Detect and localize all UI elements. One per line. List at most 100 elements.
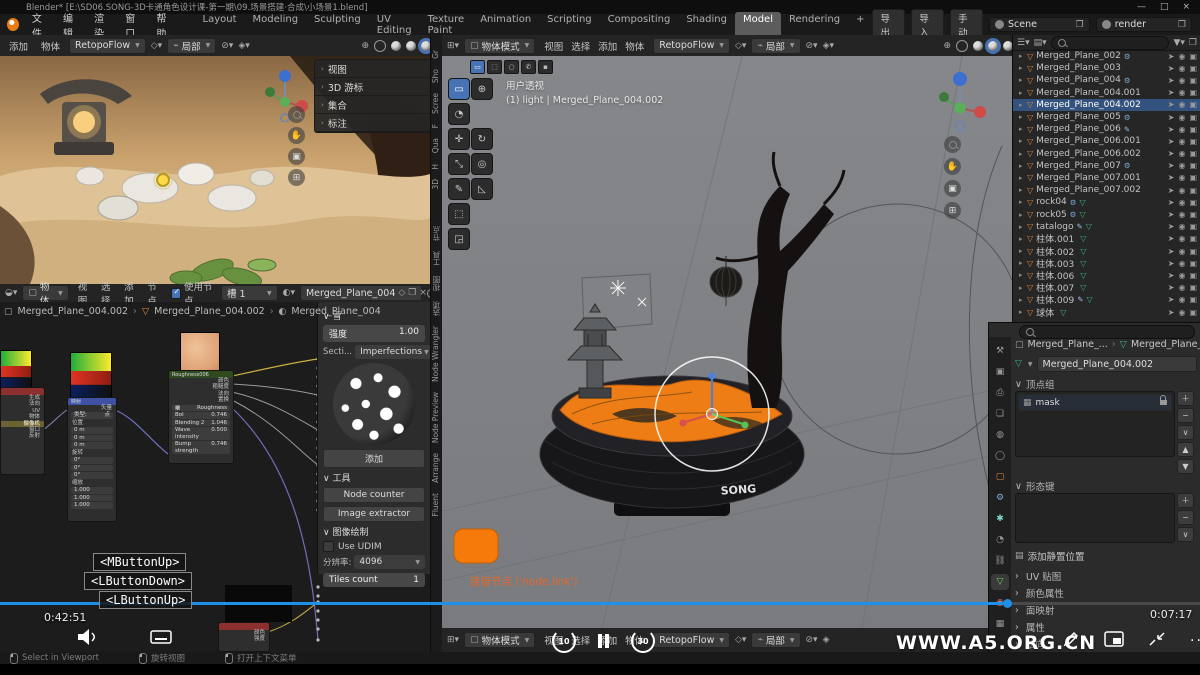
expand-arrow-icon[interactable]: ▸ [1019,186,1027,194]
expand-arrow-icon[interactable]: ▸ [1019,113,1027,121]
expand-arrow-icon[interactable]: ▸ [1019,137,1027,145]
hide-render-camera-icon[interactable]: ▣ [1189,100,1197,109]
expand-arrow-icon[interactable]: ▸ [1019,211,1027,219]
hide-render-camera-icon[interactable]: ▣ [1189,308,1197,317]
expand-arrow-icon[interactable]: ▸ [1019,64,1027,72]
add-shapekey-button[interactable]: ＋ [1177,493,1194,508]
npanel-section[interactable]: › 3D 游标 [315,78,430,96]
hide-viewport-eye-icon[interactable]: ◉ [1178,52,1185,61]
outliner-row[interactable]: ▸ ▽ 柱体.002 ▽ ➤ ◉ ▣ [1013,245,1200,258]
snap-magnet-icon[interactable]: ◈▾ [823,41,834,51]
annotate-tool[interactable]: ✎ [448,178,470,200]
outliner-row[interactable]: ▸ ▽ 球体 ▽ ➤ ◉ ▣ [1013,306,1200,319]
tab-physics-icon[interactable]: ◔ [993,534,1007,546]
selectable-icon[interactable]: ➤ [1168,64,1175,73]
outliner-row[interactable]: ▸ ▽ Merged_Plane_006 ▽ ➤ ◉ ▣ [1013,123,1200,135]
move-tool[interactable]: ✛ [448,128,470,150]
tab-modifiers-icon[interactable]: ⚙ [993,492,1007,504]
main-3d-viewport[interactable]: SONG ▭ ⬚ ○ ✆ ▪ 用户透视 (1) light | Merged_P… [442,56,1012,628]
expand-arrow-icon[interactable]: ▸ [1019,125,1027,133]
node-output-row[interactable]: 反射 [1,433,44,439]
outliner-row[interactable]: ▸ ▽ tatalogo ▽ ➤ ◉ ▣ [1013,221,1200,233]
mode-dropdown[interactable]: ▢ 物体模式 ▼ [464,37,536,54]
hide-viewport-eye-icon[interactable]: ◉ [1178,295,1185,304]
hide-render-camera-icon[interactable]: ▣ [1189,234,1197,243]
tab-world-icon[interactable]: ◯ [993,450,1007,462]
workspace-tab[interactable]: + [848,12,872,38]
editor-type-icon[interactable]: ⊞▾ [447,635,459,645]
expand-arrow-icon[interactable]: ▸ [1019,296,1027,304]
expand-arrow-icon[interactable]: ▸ [1019,174,1027,182]
shape-keys-header[interactable]: ∨ 形态键 [1015,479,1197,494]
hide-render-camera-icon[interactable]: ▣ [1189,210,1197,219]
value-field[interactable]: 0° [71,464,113,472]
perspective-toggle-icon[interactable]: ⊞ [288,169,305,186]
npanel-section[interactable]: › 集合 [315,96,430,114]
blender-logo-icon[interactable] [7,18,19,31]
expand-arrow-icon[interactable]: ▸ [1019,89,1027,97]
node-field[interactable]: Blending 2 1.046 [172,419,230,427]
copy-icon[interactable]: ❐ [408,288,416,298]
expand-arrow-icon[interactable]: ▸ [1019,235,1027,243]
rest-position-row[interactable]: ▤ 添加静置位置 [1015,549,1197,563]
transform-tool[interactable]: ◎ [471,153,493,175]
hide-render-camera-icon[interactable]: ▣ [1189,125,1197,134]
hide-render-camera-icon[interactable]: ▣ [1189,247,1197,256]
zoom-icon[interactable] [288,106,305,123]
workspace-tab[interactable]: Animation [472,12,539,38]
shape-keys-list[interactable] [1015,493,1175,543]
resolution-dropdown[interactable]: 4096 ▼ [354,555,425,569]
pip-icon[interactable] [1104,631,1124,650]
tab-output-icon[interactable]: ⎙ [993,387,1007,399]
selectable-icon[interactable]: ➤ [1168,113,1175,122]
selectable-icon[interactable]: ➤ [1168,259,1175,268]
wireframe-shading-icon[interactable] [374,39,386,52]
solid-shading-icon[interactable] [391,40,401,51]
tab-constraints-icon[interactable]: ⛓ [993,555,1007,567]
hide-viewport-eye-icon[interactable]: ◉ [1178,113,1185,122]
hide-render-camera-icon[interactable]: ▣ [1189,64,1197,73]
tab-tool-icon[interactable]: ⚒ [993,345,1007,357]
node-field[interactable]: Wave intensity 0.500 [172,427,230,441]
selectable-icon[interactable]: ➤ [1168,100,1175,109]
pause-button[interactable] [598,634,609,648]
selectable-icon[interactable]: ➤ [1168,52,1175,61]
data-name-field[interactable]: Merged_Plane_004.002 [1036,356,1197,372]
outliner-row[interactable]: ▸ ▽ 柱体.001 ▽ ➤ ◉ ▣ [1013,233,1200,245]
value-field[interactable]: 0 m [71,434,113,442]
edit-pencil-icon[interactable] [1062,630,1080,651]
node-output-row[interactable]: 强度 [219,636,269,642]
hide-render-camera-icon[interactable]: ▣ [1189,113,1197,122]
fake-user-shield-icon[interactable]: ◇ [398,288,405,298]
outliner-row[interactable]: ▸ ▽ Merged_Plane_004.002 ▽ ➤ ◉ ▣ [1013,98,1200,111]
outliner-row[interactable]: ▸ ▽ 柱体.007 ▽ ➤ ◉ ▣ [1013,282,1200,294]
workspace-tab[interactable]: Shading [678,12,735,38]
expand-arrow-icon[interactable]: ▸ [1019,162,1027,170]
hide-render-camera-icon[interactable]: ▣ [1189,137,1197,146]
workspace-tab[interactable]: UV Editing [369,12,420,38]
value-field[interactable]: 1.000 [71,502,113,509]
output-node[interactable]: 颜色 强度 [218,622,270,652]
selectable-icon[interactable]: ➤ [1168,247,1175,256]
outliner-row[interactable]: ▸ ▽ 柱体.006 ▽ ➤ ◉ ▣ [1013,269,1200,282]
material-shading-icon[interactable] [406,40,416,51]
vector-output[interactable]: 矢量 [68,405,116,411]
viewport-nav-gizmo[interactable] [932,64,992,214]
tab-scene-icon[interactable]: ◍ [993,429,1007,441]
viewport-menu-item[interactable]: 选择 [567,39,594,53]
outliner-row[interactable]: ▸ ▽ 柱体.003 ▽ ➤ ◉ ▣ [1013,257,1200,270]
proportional-edit-icon[interactable]: ⊘▾ [806,41,818,51]
workspace-tab[interactable]: Compositing [600,12,679,38]
hide-viewport-eye-icon[interactable]: ◉ [1178,308,1185,317]
selectable-icon[interactable]: ➤ [1168,234,1175,243]
tab-texture-icon[interactable]: ▦ [993,618,1007,630]
transform-play-tool[interactable]: ◔ [448,103,470,125]
perspective-toggle-icon[interactable]: ⊞ [944,202,961,219]
workspace-tab[interactable]: Texture Paint [420,12,473,38]
hide-viewport-eye-icon[interactable]: ◉ [1178,88,1185,97]
hide-render-camera-icon[interactable]: ▣ [1189,149,1197,158]
new-scene-icon[interactable]: ❐ [1076,20,1084,30]
select-lasso-icon[interactable]: ✆ [521,60,536,74]
node-field[interactable]: Bol 0.746 [172,412,230,419]
outliner-row[interactable]: ▸ ▽ Merged_Plane_002 ▽ ➤ ◉ ▣ [1013,50,1200,62]
